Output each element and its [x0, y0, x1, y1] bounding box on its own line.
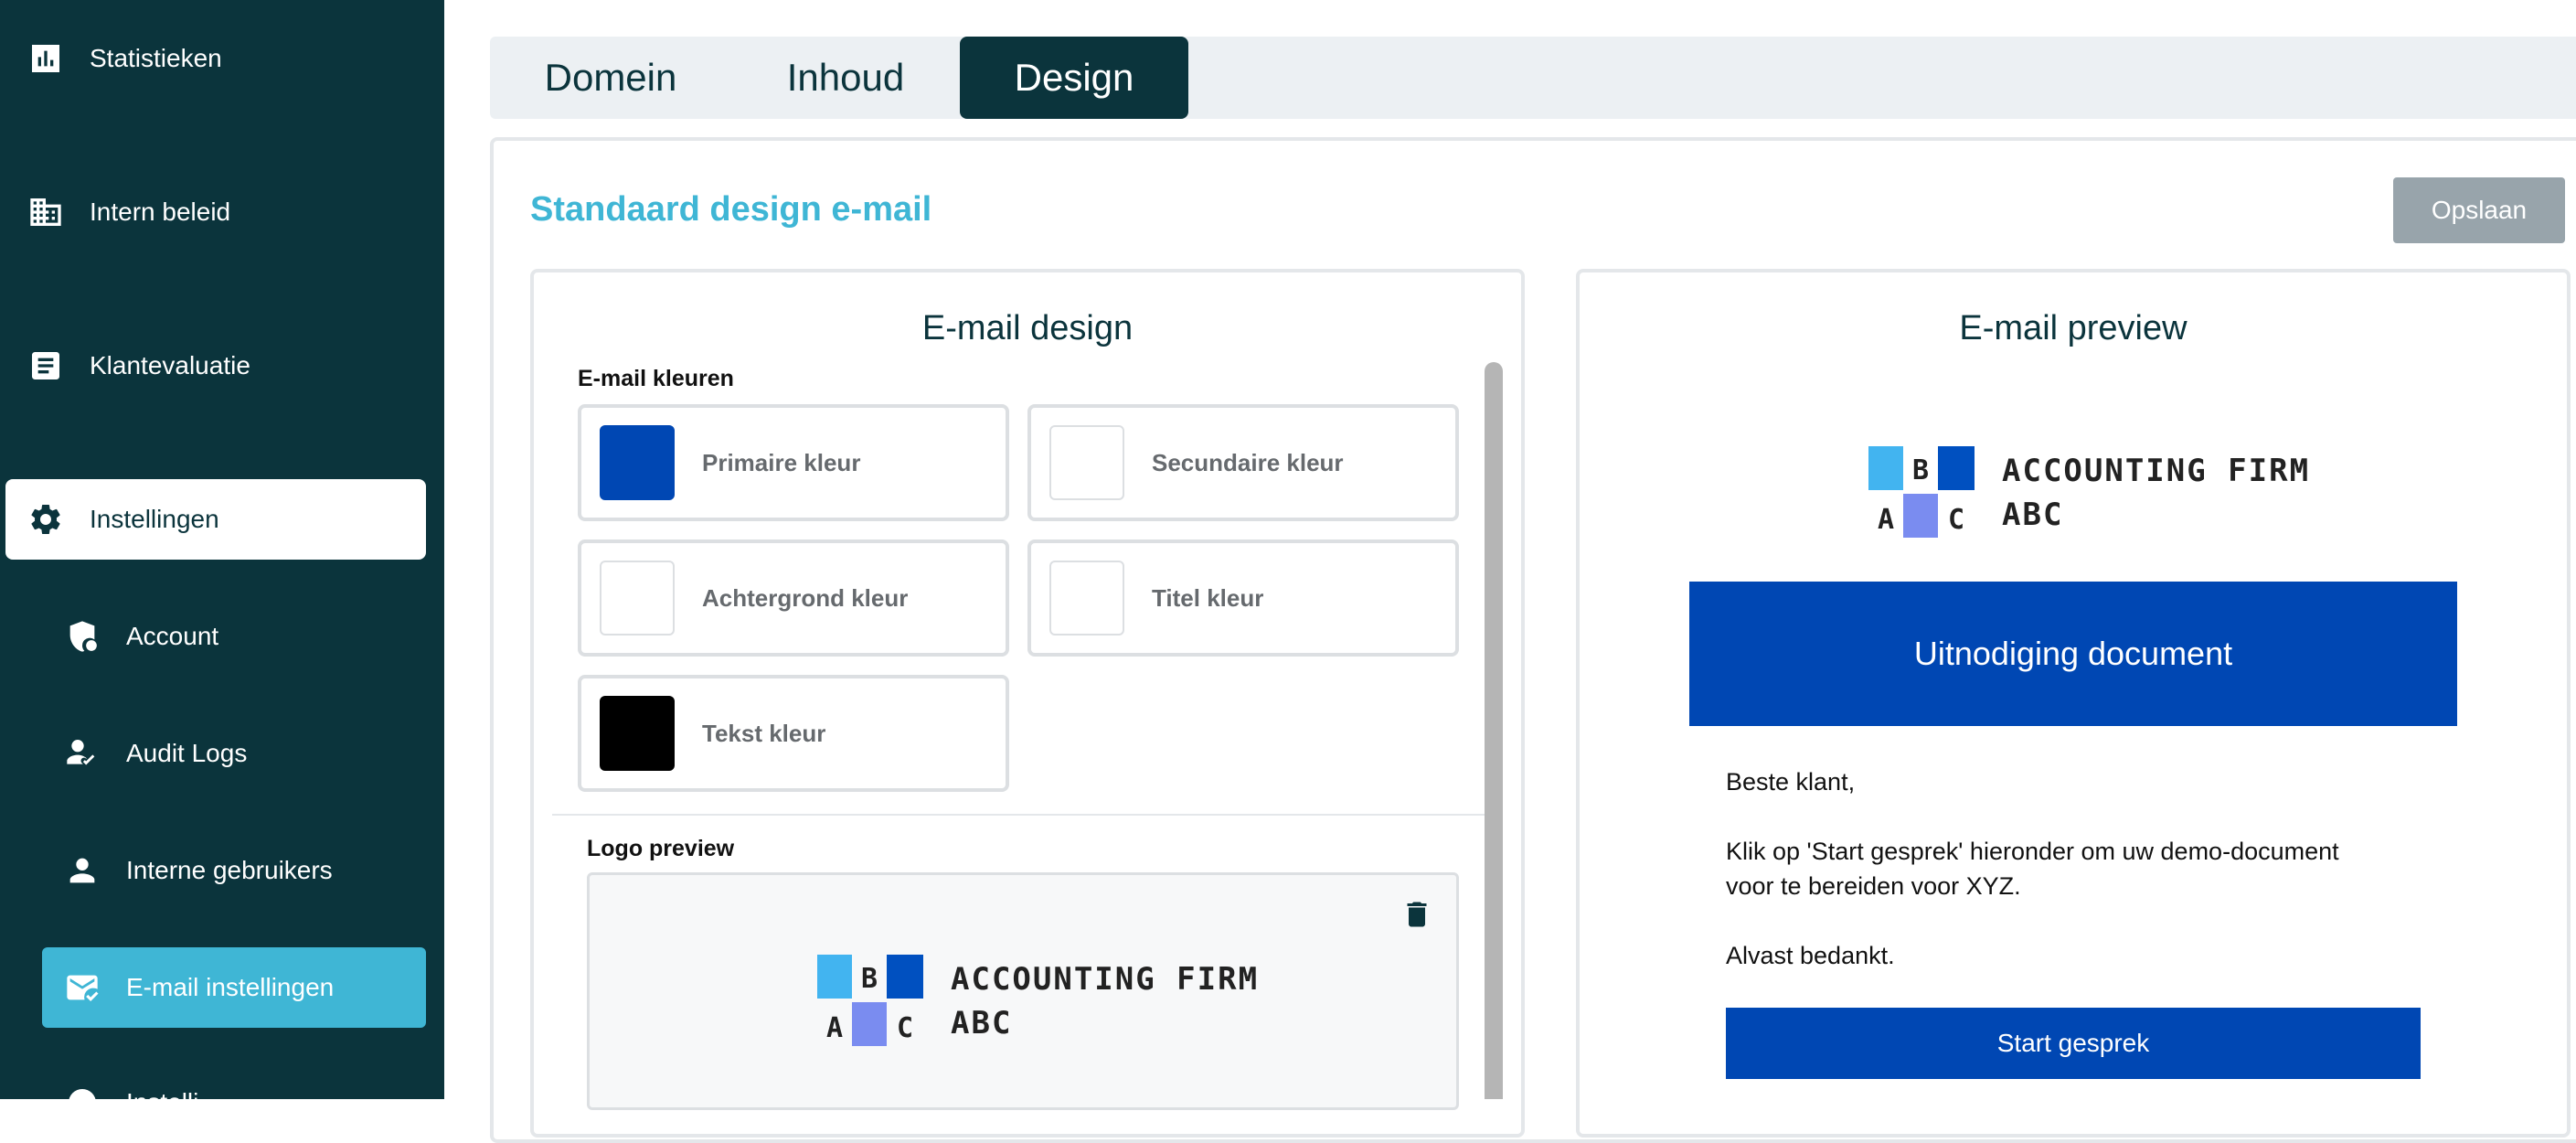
sidebar-item-klantevaluatie[interactable]: Klantevaluatie [0, 338, 444, 393]
color-picker-title[interactable]: Titel kleur [1027, 539, 1459, 657]
logo-letter: C [1948, 504, 1964, 536]
tab-domein[interactable]: Domein [490, 37, 731, 119]
logo-letter: B [1912, 454, 1929, 486]
logo-mark: B A C [1868, 446, 1975, 538]
logo-mark: B A C [817, 955, 923, 1046]
sidebar-item-statistieken[interactable]: Statistieken [0, 31, 444, 86]
color-swatch[interactable] [1049, 425, 1124, 500]
email-greeting: Beste klant, [1726, 768, 1856, 796]
sidebar-item-instellingen[interactable]: Instellingen [0, 492, 444, 547]
sidebar-item-account[interactable]: Account [0, 609, 444, 664]
tab-design[interactable]: Design [960, 37, 1188, 119]
sidebar-item-label: E-mail instellingen [126, 973, 335, 1001]
logo-preview-label: Logo preview [587, 836, 735, 861]
preview-company-logo: B A C ACCOUNTING FIRM ABC [1868, 446, 2310, 539]
email-body: Klik op 'Start gesprek' hieronder om uw … [1726, 838, 2339, 900]
sidebar-item-label: Klantevaluatie [90, 351, 250, 379]
document-icon [26, 346, 66, 386]
sidebar-item-intern-beleid[interactable]: Intern beleid [0, 185, 444, 240]
sidebar-item-label: Statistieken [90, 44, 222, 72]
company-logo: B A C ACCOUNTING FIRM ABC [817, 955, 1259, 1048]
sidebar: Statistieken Intern beleid Klantevaluati… [0, 0, 444, 1116]
shield-account-icon [62, 616, 102, 657]
panel-title: E-mail design [921, 309, 1134, 347]
colors-label: E-mail kleuren [578, 366, 734, 391]
panel-title: E-mail preview [1959, 309, 2187, 347]
sidebar-item-interne-gebruikers[interactable]: Interne gebruikers [0, 843, 444, 898]
sidebar-item-label: Audit Logs [126, 739, 248, 767]
sidebar-item-audit-logs[interactable]: Audit Logs [0, 726, 444, 781]
sidebar-item-label: Instelli [126, 1088, 199, 1116]
user-icon [62, 850, 102, 891]
color-picker-background[interactable]: Achtergrond kleur [578, 539, 1009, 657]
sidebar-item-label: Intern beleid [90, 198, 231, 226]
gear-icon [62, 1083, 102, 1123]
color-picker-secondary[interactable]: Secundaire kleur [1027, 404, 1459, 521]
color-picker-primary[interactable]: Primaire kleur [578, 404, 1009, 521]
logo-letter: C [897, 1012, 913, 1044]
section-title: Standaard design e-mail [530, 190, 932, 229]
sidebar-item-email-instellingen[interactable]: E-mail instellingen [0, 960, 444, 1015]
user-check-icon [62, 733, 102, 774]
logo-wordmark: ACCOUNTING FIRM ABC [951, 961, 1260, 1042]
building-icon [26, 192, 66, 232]
gear-icon [26, 499, 66, 539]
logo-letter: B [861, 963, 878, 995]
scrollbar[interactable] [1485, 362, 1503, 1099]
bar-chart-icon [26, 38, 66, 79]
mail-check-icon [62, 967, 102, 1008]
sidebar-item-label: Account [126, 622, 219, 650]
start-gesprek-button[interactable]: Start gesprek [1726, 1008, 2421, 1079]
color-picker-text[interactable]: Tekst kleur [578, 675, 1009, 792]
logo-letter: A [826, 1012, 843, 1044]
divider [552, 814, 1485, 816]
color-swatch[interactable] [600, 696, 675, 771]
save-button[interactable]: Opslaan [2393, 177, 2565, 243]
sidebar-item-label: Interne gebruikers [126, 856, 333, 884]
logo-wordmark: ACCOUNTING FIRM ABC [2002, 453, 2311, 533]
sidebar-item-label: Instellingen [90, 505, 219, 533]
email-closing: Alvast bedankt. [1726, 942, 1895, 969]
color-swatch[interactable] [600, 425, 675, 500]
email-banner: Uitnodiging document [1689, 582, 2457, 726]
tab-inhoud[interactable]: Inhoud [731, 37, 960, 119]
logo-letter: A [1878, 504, 1894, 536]
sidebar-item-partial[interactable]: Instelli [0, 1075, 444, 1130]
color-swatch[interactable] [1049, 561, 1124, 636]
trash-icon[interactable] [1400, 896, 1433, 933]
color-swatch[interactable] [600, 561, 675, 636]
